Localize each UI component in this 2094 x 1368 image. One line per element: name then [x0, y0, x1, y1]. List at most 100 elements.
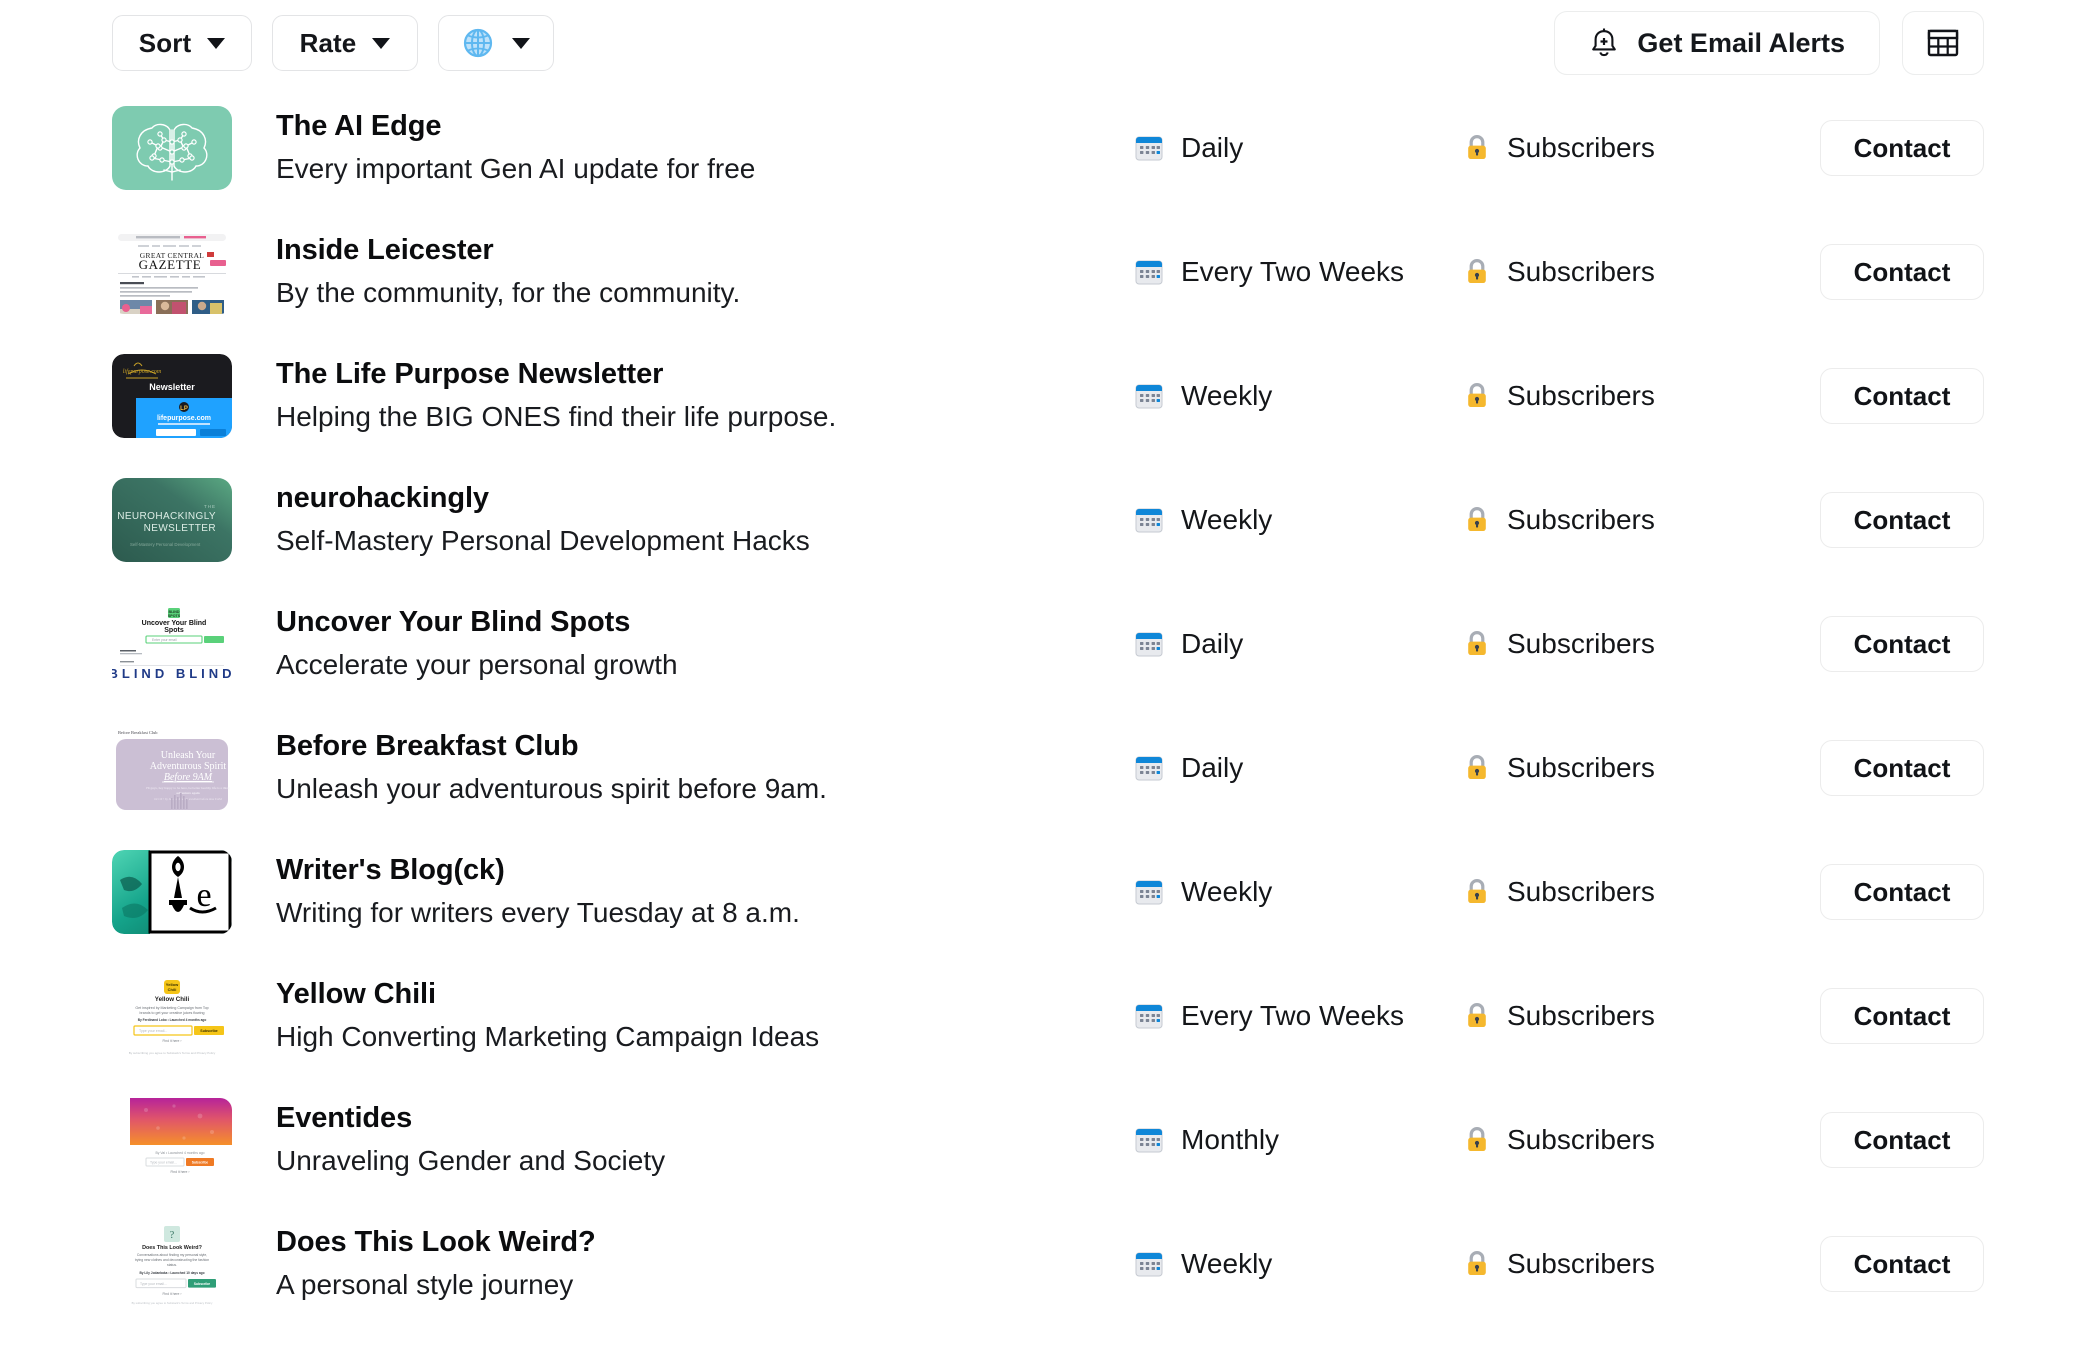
frequency-cell: Monthly [1134, 1124, 1464, 1156]
frequency-cell: Weekly [1134, 380, 1464, 412]
svg-text:Adventurous Spirit: Adventurous Spirit [150, 761, 227, 772]
toolbar-filters: Sort Rate [112, 15, 554, 71]
uncover-your-blind-spots-thumbnail[interactable]: BLIND SPOTS Uncover Your Blind Spots Ent… [112, 602, 232, 686]
table-row[interactable]: e Writer's Blog(ck) Writing for writers … [112, 830, 1984, 954]
thumbnail-cell[interactable]: By Val • Launched 4 months ago Type your… [112, 1098, 276, 1182]
contact-button[interactable]: Contact [1820, 492, 1984, 548]
newsletter-title[interactable]: Eventides [276, 1101, 1110, 1135]
table-row[interactable]: Yellow Chili Yellow Chili Get inspired b… [112, 954, 1984, 1078]
thumbnail-cell[interactable]: GREAT CENTRAL GAZETTE [112, 230, 276, 314]
table-row[interactable]: By Val • Launched 4 months ago Type your… [112, 1078, 1984, 1202]
audience-label: Subscribers [1507, 132, 1655, 164]
lock-icon [1464, 877, 1490, 907]
table-row[interactable]: GREAT CENTRAL GAZETTE [112, 210, 1984, 334]
newsletter-description: Every important Gen AI update for free [276, 150, 1110, 188]
language-dropdown[interactable] [438, 15, 554, 71]
rate-dropdown[interactable]: Rate [272, 15, 418, 71]
action-cell: Contact [1784, 740, 1984, 796]
the-ai-edge-thumbnail[interactable] [112, 106, 232, 190]
newsletter-title[interactable]: The Life Purpose Newsletter [276, 357, 1110, 391]
svg-text:Does This Look Weird?: Does This Look Weird? [142, 1245, 202, 1251]
yellow-chili-thumbnail[interactable]: Yellow Chili Yellow Chili Get inspired b… [112, 974, 232, 1058]
lock-icon [1464, 753, 1490, 783]
table-row[interactable]: ? Does This Look Weird? Conversations ab… [112, 1202, 1984, 1326]
contact-button[interactable]: Contact [1820, 368, 1984, 424]
table-row[interactable]: The AI Edge Every important Gen AI updat… [112, 86, 1984, 210]
table-row[interactable]: BLIND SPOTS Uncover Your Blind Spots Ent… [112, 582, 1984, 706]
thumbnail-cell[interactable]: Before Breakfast Club Unleash Your Adven… [112, 726, 276, 810]
get-email-alerts-button[interactable]: Get Email Alerts [1554, 11, 1880, 75]
svg-text:Spots: Spots [164, 627, 184, 634]
audience-cell: Subscribers [1464, 380, 1784, 412]
thumbnail-cell[interactable]: THE NEUROHACKINGLY NEWSLETTER Self-Maste… [112, 478, 276, 562]
svg-text:Yellow Chili: Yellow Chili [155, 996, 190, 1003]
globe-icon [462, 27, 494, 59]
newsletter-title[interactable]: Writer's Blog(ck) [276, 853, 1110, 887]
svg-text:NEUROHACKINGLY: NEUROHACKINGLY [117, 511, 216, 522]
action-cell: Contact [1784, 492, 1984, 548]
newsletter-info: The Life Purpose Newsletter Helping the … [276, 357, 1134, 436]
calendar-icon [1134, 877, 1164, 907]
contact-button[interactable]: Contact [1820, 740, 1984, 796]
lock-icon [1464, 505, 1490, 535]
newsletter-title[interactable]: The AI Edge [276, 109, 1110, 143]
thumbnail-cell[interactable]: lifepurpose.com Newsletter LP lifepurpos… [112, 354, 276, 438]
newsletter-title[interactable]: neurohackingly [276, 481, 1110, 515]
audience-cell: Subscribers [1464, 628, 1784, 660]
svg-text:Before 9AM: Before 9AM [164, 772, 213, 783]
newsletter-info: Writer's Blog(ck) Writing for writers ev… [276, 853, 1134, 932]
svg-text:Oct 10 • by Jess good feel i: Oct 10 • by Jess good feel is excellent … [154, 797, 222, 801]
contact-button[interactable]: Contact [1820, 616, 1984, 672]
svg-text:status.: status. [167, 1263, 177, 1267]
frequency-cell: Weekly [1134, 876, 1464, 908]
svg-text:Find it here ›: Find it here › [170, 1170, 189, 1174]
table-row[interactable]: Before Breakfast Club Unleash Your Adven… [112, 706, 1984, 830]
table-view-button[interactable] [1902, 11, 1984, 75]
newsletter-title[interactable]: Yellow Chili [276, 977, 1110, 1011]
audience-label: Subscribers [1507, 256, 1655, 288]
thumbnail-cell[interactable]: e [112, 850, 276, 934]
audience-cell: Subscribers [1464, 1248, 1784, 1280]
action-cell: Contact [1784, 120, 1984, 176]
contact-button[interactable]: Contact [1820, 1236, 1984, 1292]
contact-button[interactable]: Contact [1820, 988, 1984, 1044]
svg-text:Get inspired by Marketing Camp: Get inspired by Marketing Campaign from … [135, 1006, 208, 1010]
audience-cell: Subscribers [1464, 132, 1784, 164]
table-row[interactable]: THE NEUROHACKINGLY NEWSLETTER Self-Maste… [112, 458, 1984, 582]
sort-label: Sort [139, 28, 191, 59]
the-life-purpose-newsletter-thumbnail[interactable]: lifepurpose.com Newsletter LP lifepurpos… [112, 354, 232, 438]
calendar-icon [1134, 753, 1164, 783]
table-row[interactable]: lifepurpose.com Newsletter LP lifepurpos… [112, 334, 1984, 458]
chevron-down-icon [207, 38, 225, 49]
newsletter-title[interactable]: Uncover Your Blind Spots [276, 605, 1110, 639]
svg-text:THE: THE [204, 504, 216, 509]
writers-blogck-thumbnail[interactable]: e [112, 850, 232, 934]
contact-button[interactable]: Contact [1820, 864, 1984, 920]
toolbar: Sort Rate [0, 0, 2094, 86]
contact-button[interactable]: Contact [1820, 244, 1984, 300]
eventides-thumbnail[interactable]: By Val • Launched 4 months ago Type your… [112, 1098, 232, 1182]
calendar-icon [1134, 1249, 1164, 1279]
newsletter-title[interactable]: Inside Leicester [276, 233, 1110, 267]
audience-label: Subscribers [1507, 628, 1655, 660]
thumbnail-cell[interactable]: Yellow Chili Yellow Chili Get inspired b… [112, 974, 276, 1058]
thumbnail-cell[interactable]: BLIND SPOTS Uncover Your Blind Spots Ent… [112, 602, 276, 686]
svg-text:brands to get your creative ju: brands to get your creative juices flowi… [140, 1011, 205, 1015]
does-this-look-weird-thumbnail[interactable]: ? Does This Look Weird? Conversations ab… [112, 1222, 232, 1306]
lock-icon [1464, 1249, 1490, 1279]
before-breakfast-club-thumbnail[interactable]: Before Breakfast Club Unleash Your Adven… [112, 726, 232, 810]
contact-button[interactable]: Contact [1820, 120, 1984, 176]
frequency-label: Monthly [1181, 1124, 1279, 1156]
thumbnail-cell[interactable]: ? Does This Look Weird? Conversations ab… [112, 1222, 276, 1306]
neurohackingly-thumbnail[interactable]: THE NEUROHACKINGLY NEWSLETTER Self-Maste… [112, 478, 232, 562]
contact-button[interactable]: Contact [1820, 1112, 1984, 1168]
svg-text:By Ferdinand Lobo • Launched 4: By Ferdinand Lobo • Launched 4 months ag… [138, 1018, 207, 1022]
thumbnail-cell[interactable] [112, 106, 276, 190]
newsletter-title[interactable]: Before Breakfast Club [276, 729, 1110, 763]
inside-leicester-thumbnail[interactable]: GREAT CENTRAL GAZETTE [112, 230, 232, 314]
newsletter-description: Accelerate your personal growth [276, 646, 1110, 684]
sort-dropdown[interactable]: Sort [112, 15, 252, 71]
frequency-label: Weekly [1181, 380, 1272, 412]
lock-icon [1464, 629, 1490, 659]
newsletter-title[interactable]: Does This Look Weird? [276, 1225, 1110, 1259]
